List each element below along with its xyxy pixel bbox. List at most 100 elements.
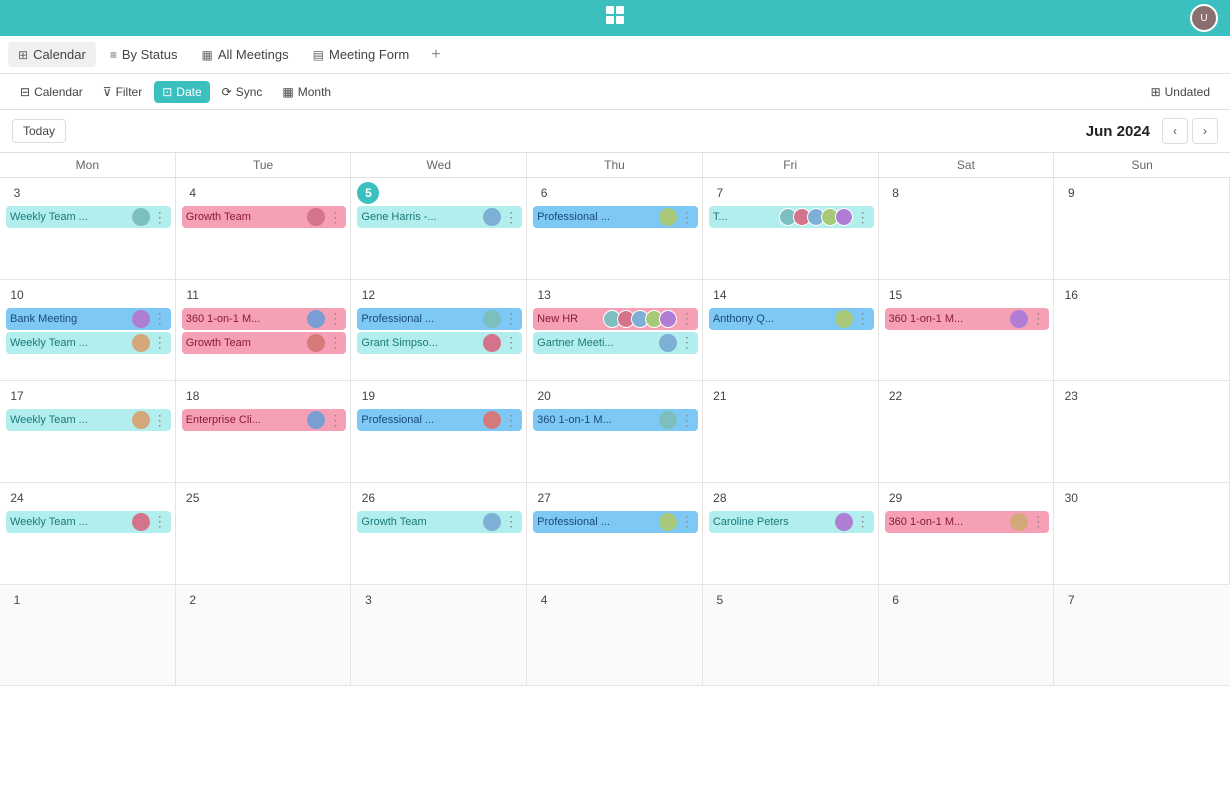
event-menu-button[interactable]: ⋮ [504,310,518,327]
event-item[interactable]: Grant Simpso...⋮ [357,332,522,354]
event-item[interactable]: Anthony Q...⋮ [709,308,874,330]
event-item[interactable]: Professional ...⋮ [533,511,698,533]
event-item[interactable]: Weekly Team ... ⋮ [6,409,171,431]
calendar-day-7-w0[interactable]: 7+T...⋮ [703,178,879,280]
tab-all-meetings[interactable]: ▦ All Meetings [191,42,298,67]
tab-meeting-form[interactable]: ▤ Meeting Form [303,42,420,67]
calendar-day-10-w1[interactable]: 10+Bank Meeting⋮Weekly Team ...⋮ [0,280,176,382]
event-menu-button[interactable]: ⋮ [1031,513,1045,530]
sync-button[interactable]: ⟳ Sync [214,81,271,103]
calendar-day-6-w0[interactable]: 6+Professional ...⋮ [527,178,703,280]
undated-button[interactable]: ⊞ Undated [1143,81,1218,103]
calendar-day-26-w3[interactable]: 26+Growth Team⋮ [351,483,527,585]
calendar-day-3-w0[interactable]: 3+Weekly Team ...⋮ [0,178,176,280]
event-menu-button[interactable]: ⋮ [328,412,342,429]
event-menu-button[interactable]: ⋮ [328,209,342,226]
month-button[interactable]: ▦ Month [274,81,339,103]
today-button[interactable]: Today [12,119,66,143]
event-menu-button[interactable]: ⋮ [153,412,167,429]
calendar-day-15-w1[interactable]: 15+360 1-on-1 M...⋮ [879,280,1055,382]
day-number: 30 [1060,487,1082,509]
event-menu-button[interactable]: ⋮ [504,513,518,530]
next-month-button[interactable]: › [1192,118,1218,144]
event-item[interactable]: T...⋮ [709,206,874,228]
event-item[interactable]: New HR⋮ [533,308,698,330]
calendar-day-13-w1[interactable]: 13+New HR⋮Gartner Meeti...⋮ [527,280,703,382]
event-menu-button[interactable]: ⋮ [153,209,167,226]
calendar-day-8-w0[interactable]: 8+ [879,178,1055,280]
tab-calendar[interactable]: ⊞ Calendar [8,42,96,67]
calendar-day-30-w3[interactable]: 30+ [1054,483,1230,585]
event-menu-button[interactable]: ⋮ [856,209,870,226]
event-item[interactable]: 360 1-on-1 M...⋮ [182,308,347,330]
calendar-day-5-w0[interactable]: 5+Gene Harris -...⋮ [351,178,527,280]
calendar-day-21-w2[interactable]: 21+ [703,381,879,483]
event-label: Weekly Team ... [10,414,129,426]
event-menu-button[interactable]: ⋮ [504,209,518,226]
calendar-day-17-w2[interactable]: 17+Weekly Team ...⋮ [0,381,176,483]
event-item[interactable]: Weekly Team ...⋮ [6,511,171,533]
calendar-day-2-w4[interactable]: 2+ [176,585,352,687]
event-menu-button[interactable]: ⋮ [328,334,342,351]
event-menu-button[interactable]: ⋮ [504,334,518,351]
event-menu-button[interactable]: ⋮ [680,412,694,429]
calendar-day-25-w3[interactable]: 25+ [176,483,352,585]
event-item[interactable]: Enterprise Cli...⋮ [182,409,347,431]
event-menu-button[interactable]: ⋮ [680,310,694,327]
calendar-day-18-w2[interactable]: 18+Enterprise Cli...⋮ [176,381,352,483]
add-tab-button[interactable]: + [423,41,448,69]
filter-button[interactable]: ⊽ Filter [95,81,150,103]
event-item[interactable]: Growth Team⋮ [357,511,522,533]
event-item[interactable]: Growth Team⋮ [182,332,347,354]
calendar-day-28-w3[interactable]: 28+Caroline Peters⋮ [703,483,879,585]
calendar-day-16-w1[interactable]: 16+ [1054,280,1230,382]
event-menu-button[interactable]: ⋮ [328,310,342,327]
calendar-day-5-w4[interactable]: 5+ [703,585,879,687]
calendar-view-button[interactable]: ⊟ Calendar [12,81,91,103]
user-avatar[interactable]: U [1190,4,1218,32]
calendar-day-7-w4[interactable]: 7+ [1054,585,1230,687]
calendar-day-20-w2[interactable]: 20+360 1-on-1 M...⋮ [527,381,703,483]
prev-month-button[interactable]: ‹ [1162,118,1188,144]
calendar-day-9-w0[interactable]: 9+ [1054,178,1230,280]
calendar-day-29-w3[interactable]: 29+360 1-on-1 M...⋮ [879,483,1055,585]
calendar-day-23-w2[interactable]: 23+ [1054,381,1230,483]
event-item[interactable]: 360 1-on-1 M...⋮ [885,308,1050,330]
event-item[interactable]: 360 1-on-1 M...⋮ [533,409,698,431]
event-item[interactable]: Growth Team⋮ [182,206,347,228]
calendar-day-14-w1[interactable]: 14+Anthony Q...⋮ [703,280,879,382]
event-menu-button[interactable]: ⋮ [856,513,870,530]
calendar-day-27-w3[interactable]: 27+Professional ...⋮ [527,483,703,585]
event-item[interactable]: 360 1-on-1 M...⋮ [885,511,1050,533]
calendar-day-3-w4[interactable]: 3+ [351,585,527,687]
event-menu-button[interactable]: ⋮ [153,334,167,351]
event-item[interactable]: Professional ...⋮ [357,409,522,431]
event-menu-button[interactable]: ⋮ [856,310,870,327]
calendar-day-6-w4[interactable]: 6+ [879,585,1055,687]
calendar-day-12-w1[interactable]: 12+Professional ...⋮Grant Simpso...⋮ [351,280,527,382]
calendar-day-4-w4[interactable]: 4+ [527,585,703,687]
event-menu-button[interactable]: ⋮ [680,209,694,226]
event-menu-button[interactable]: ⋮ [504,412,518,429]
calendar-day-22-w2[interactable]: 22+ [879,381,1055,483]
calendar-day-4-w0[interactable]: 4+Growth Team⋮ [176,178,352,280]
event-menu-button[interactable]: ⋮ [153,513,167,530]
tab-by-status[interactable]: ≡ By Status [100,42,188,67]
event-menu-button[interactable]: ⋮ [680,334,694,351]
calendar-day-19-w2[interactable]: 19+Professional ...⋮ [351,381,527,483]
event-item[interactable]: Professional ...⋮ [357,308,522,330]
event-item[interactable]: Caroline Peters⋮ [709,511,874,533]
date-button[interactable]: ⊡ Date [154,81,209,103]
event-item[interactable]: Gartner Meeti...⋮ [533,332,698,354]
event-item[interactable]: Weekly Team ...⋮ [6,206,171,228]
event-item[interactable]: Bank Meeting⋮ [6,308,171,330]
event-menu-button[interactable]: ⋮ [680,513,694,530]
event-item[interactable]: Gene Harris -...⋮ [357,206,522,228]
event-menu-button[interactable]: ⋮ [153,310,167,327]
calendar-day-11-w1[interactable]: 11+360 1-on-1 M...⋮Growth Team⋮ [176,280,352,382]
calendar-day-24-w3[interactable]: 24+Weekly Team ...⋮ [0,483,176,585]
calendar-day-1-w4[interactable]: 1+ [0,585,176,687]
event-item[interactable]: Weekly Team ...⋮ [6,332,171,354]
event-item[interactable]: Professional ...⋮ [533,206,698,228]
event-menu-button[interactable]: ⋮ [1031,310,1045,327]
